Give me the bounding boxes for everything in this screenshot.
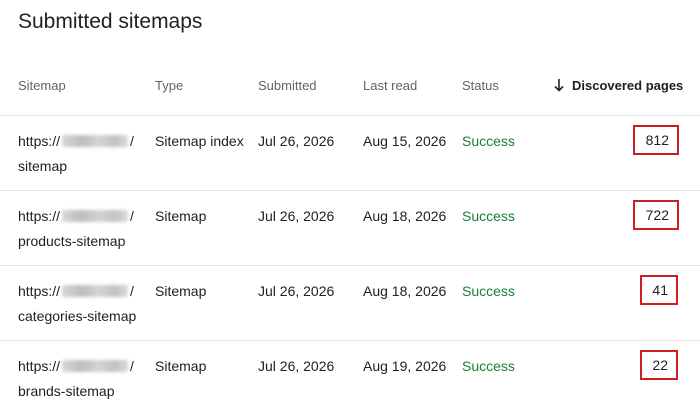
url-prefix: https://	[18, 208, 61, 224]
status-text: Success	[462, 133, 515, 149]
last-read-date: Aug 18, 2026	[363, 283, 447, 299]
sitemap-type: Sitemap	[155, 208, 207, 224]
header-discovered-pages-label: Discovered pages	[572, 78, 684, 93]
discovered-pages-count: 41	[640, 275, 678, 305]
last-read-date: Aug 15, 2026	[363, 133, 447, 149]
table-row[interactable]: https:// / sitemap Sitemap index Jul 26, …	[0, 115, 700, 190]
submitted-date: Jul 26, 2026	[258, 283, 335, 299]
url-prefix: https://	[18, 133, 61, 149]
discovered-pages-count: 722	[633, 200, 679, 230]
url-suffix: /	[130, 283, 134, 299]
url-suffix: /	[130, 358, 134, 374]
status-text: Success	[462, 283, 515, 299]
header-status[interactable]: Status	[462, 73, 499, 99]
redacted-domain	[62, 210, 129, 222]
header-submitted[interactable]: Submitted	[258, 73, 317, 99]
status-text: Success	[462, 358, 515, 374]
redacted-domain	[62, 135, 129, 147]
last-read-date: Aug 19, 2026	[363, 358, 447, 374]
url-prefix: https://	[18, 358, 61, 374]
sitemap-type: Sitemap	[155, 283, 207, 299]
sitemap-type: Sitemap index	[155, 133, 244, 149]
sitemap-url[interactable]: https:// /	[18, 282, 134, 300]
sitemap-path[interactable]: products-sitemap	[18, 232, 125, 250]
table-header: Sitemap Type Submitted Last read Status …	[0, 73, 700, 99]
header-last-read[interactable]: Last read	[363, 73, 417, 99]
arrow-down-icon	[554, 79, 564, 92]
submitted-date: Jul 26, 2026	[258, 208, 335, 224]
header-sitemap[interactable]: Sitemap	[18, 73, 66, 99]
sitemap-url[interactable]: https:// /	[18, 207, 134, 225]
submitted-sitemaps-panel: Submitted sitemaps Sitemap Type Submitte…	[0, 0, 700, 400]
submitted-date: Jul 26, 2026	[258, 358, 335, 374]
last-read-date: Aug 18, 2026	[363, 208, 447, 224]
header-discovered-pages[interactable]: Discovered pages	[554, 73, 683, 99]
sitemaps-table-body: https:// / sitemap Sitemap index Jul 26, …	[0, 115, 700, 400]
redacted-domain	[62, 360, 129, 372]
sitemap-path[interactable]: categories-sitemap	[18, 307, 136, 325]
sitemap-type: Sitemap	[155, 358, 207, 374]
discovered-pages-count: 812	[633, 125, 679, 155]
table-row[interactable]: https:// / products-sitemap Sitemap Jul 2…	[0, 190, 700, 265]
page-title: Submitted sitemaps	[18, 10, 203, 33]
submitted-date: Jul 26, 2026	[258, 133, 335, 149]
table-row[interactable]: https:// / categories-sitemap Sitemap Jul…	[0, 265, 700, 340]
header-type[interactable]: Type	[155, 73, 183, 99]
status-text: Success	[462, 208, 515, 224]
redacted-domain	[62, 285, 129, 297]
sitemap-url[interactable]: https:// /	[18, 132, 134, 150]
discovered-pages-count: 22	[640, 350, 678, 380]
sitemap-url[interactable]: https:// /	[18, 357, 134, 375]
url-prefix: https://	[18, 283, 61, 299]
sitemap-path[interactable]: brands-sitemap	[18, 382, 115, 400]
url-suffix: /	[130, 133, 134, 149]
url-suffix: /	[130, 208, 134, 224]
table-row[interactable]: https:// / brands-sitemap Sitemap Jul 26,…	[0, 340, 700, 400]
sitemap-path[interactable]: sitemap	[18, 157, 67, 175]
